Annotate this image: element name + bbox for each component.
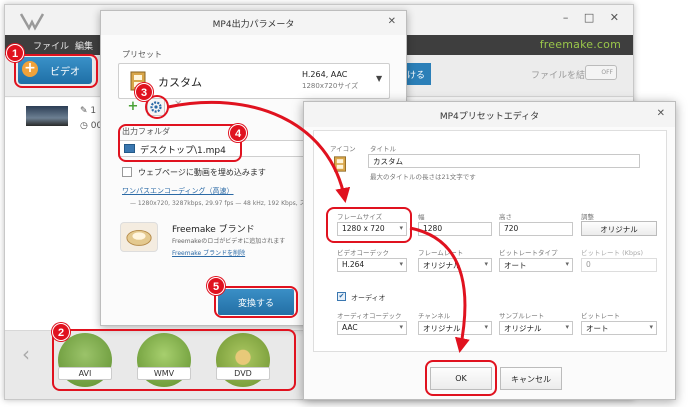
film-strip-icon[interactable] [333, 156, 347, 172]
title-hint: 最大のタイトルの長さは21文字です [370, 173, 476, 181]
bitrate-type-select[interactable]: オート [499, 258, 573, 272]
callout-ring-frame [326, 207, 412, 243]
embed-label: ウェブページに動画を埋め込みます [138, 168, 266, 177]
remove-brand-link[interactable]: Freemake ブランドを削除 [172, 248, 245, 257]
file-thumbnail [26, 106, 68, 126]
width-label: 幅 [418, 213, 425, 221]
close-icon[interactable]: ✕ [388, 16, 396, 27]
audio-codec-select[interactable]: AAC [337, 321, 407, 335]
frame-rate-select[interactable]: オリジナル [418, 258, 492, 272]
callout-badge-1: 1 [6, 44, 24, 62]
bitrate-type-label: ビットレートタイプ [499, 249, 558, 257]
height-label: 高さ [499, 213, 512, 221]
audio-codec-label: オーディオコーデック [337, 312, 402, 320]
menu-edit[interactable]: 編集 [75, 39, 93, 52]
callout-ring-convert [214, 286, 298, 318]
callout-badge-5: 5 [207, 277, 225, 295]
callout-badge-2: 2 [52, 323, 70, 341]
channel-label: チャンネル [418, 312, 451, 320]
audio-bitrate-label: ビットレート [581, 312, 620, 320]
dialog-title: MP4出力パラメータ [101, 11, 406, 35]
chevron-down-icon[interactable]: ▼ [376, 74, 382, 83]
window-controls[interactable]: – □ ✕ [563, 11, 625, 24]
audio-checkbox[interactable]: ✔ [337, 292, 346, 301]
preset-resolution: 1280x720サイズ [302, 82, 359, 90]
callout-ring-output [118, 124, 242, 162]
dialog-title: MP4プリセットエディタ [304, 102, 675, 127]
video-codec-label: ビデオコーデック [337, 249, 389, 257]
file-count-value: 1 [90, 106, 97, 116]
onepass-encoding-link[interactable]: ワンパスエンコーディング（高速） [122, 186, 234, 196]
brand-link[interactable]: freemake.com [540, 38, 621, 51]
frame-rate-label: フレームレート [418, 249, 464, 257]
sample-rate-select[interactable]: オリジナル [499, 321, 573, 335]
channel-select[interactable]: オリジナル [418, 321, 492, 335]
merge-toggle[interactable]: OFF [585, 65, 617, 80]
title-input[interactable]: カスタム [368, 154, 640, 168]
brand-title: Freemake ブランド [172, 225, 255, 235]
callout-badge-3: 3 [135, 83, 153, 101]
bitrate-label: ビットレート (Kbps) [581, 249, 644, 257]
adjust-label: 調整 [581, 213, 594, 221]
chevron-left-icon[interactable]: ‹ [22, 342, 30, 366]
title-label: タイトル [370, 145, 396, 153]
delete-preset-icon[interactable]: ✕ [174, 99, 182, 110]
preset-codec: H.264, AAC [302, 70, 348, 79]
audio-bitrate-select[interactable]: オート [581, 321, 657, 335]
callout-ring-ok [425, 360, 497, 396]
menu-file[interactable]: ファイル [33, 39, 69, 52]
audio-label: オーディオ [351, 294, 386, 302]
adjust-button[interactable]: オリジナル [581, 221, 657, 236]
icon-label: アイコン [330, 145, 356, 153]
file-count: ✎ 1 [80, 106, 97, 116]
brand-logo-icon [120, 222, 158, 252]
sample-rate-label: サンプルレート [499, 312, 545, 320]
preset-name: カスタム [158, 76, 202, 89]
brand-description: Freemakeのロゴがビデオに追加されます [172, 238, 286, 245]
video-codec-select[interactable]: H.264 [337, 258, 407, 272]
callout-ring-video [14, 54, 98, 88]
bitrate-input[interactable]: 0 [581, 258, 657, 272]
width-input[interactable]: 1280 [418, 222, 492, 236]
embed-checkbox[interactable] [122, 167, 132, 177]
freemake-logo-icon [19, 13, 45, 31]
cancel-button[interactable]: キャンセル [500, 367, 562, 390]
height-input[interactable]: 720 [499, 222, 573, 236]
preset-label: プリセット [122, 50, 162, 59]
callout-ring-formats [52, 329, 296, 391]
close-icon[interactable]: ✕ [657, 108, 665, 119]
callout-badge-4: 4 [229, 124, 247, 142]
add-preset-icon[interactable]: + [126, 100, 140, 114]
